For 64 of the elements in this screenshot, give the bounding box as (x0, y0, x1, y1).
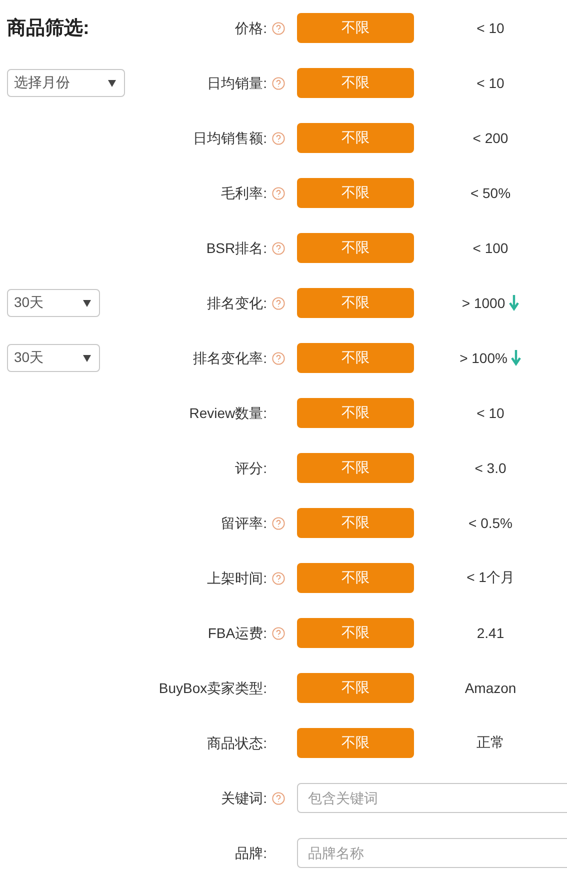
filter-label: Review数量: (189, 404, 267, 423)
help-icon[interactable] (272, 242, 285, 254)
help-icon[interactable] (272, 186, 285, 200)
unlimited-button[interactable]: 不限 (297, 673, 414, 703)
threshold-value: < 10 (476, 20, 504, 36)
filter-label: 上架时间: (207, 569, 267, 588)
filter-label: 商品状态: (207, 734, 267, 753)
threshold-value: < 0.5% (468, 515, 512, 531)
filter-label: 品牌: (235, 844, 267, 863)
unlimited-button[interactable]: 不限 (297, 398, 414, 428)
caret-icon (83, 354, 91, 362)
unlimited-button[interactable]: 不限 (297, 123, 414, 153)
threshold-value: > 1000 (462, 295, 506, 311)
filter-label: BuyBox卖家类型: (158, 679, 267, 698)
section-title: 商品筛选: (6, 16, 90, 41)
threshold-value: < 1个月 (466, 569, 514, 587)
help-icon[interactable] (272, 132, 285, 144)
unlimited-button[interactable]: 不限 (297, 233, 414, 263)
threshold-value: < 10 (476, 75, 504, 91)
threshold-value: Amazon (464, 680, 516, 696)
period-select[interactable]: 30天 (7, 344, 100, 372)
input-field[interactable]: 品牌名称 (297, 838, 567, 868)
help-icon[interactable] (272, 76, 285, 90)
period-select[interactable]: 30天 (7, 289, 100, 317)
help-icon[interactable] (272, 792, 285, 804)
unlimited-button[interactable]: 不限 (297, 343, 414, 373)
filter-label: 留评率: (221, 514, 267, 533)
filter-label: 评分: (235, 459, 267, 478)
threshold-value: 2.41 (476, 625, 504, 641)
unlimited-button[interactable]: 不限 (297, 618, 414, 648)
threshold-value: < 50% (470, 185, 511, 201)
filter-label: 价格: (235, 19, 267, 38)
unlimited-button[interactable]: 不限 (297, 13, 414, 43)
help-icon[interactable] (272, 22, 285, 34)
help-icon[interactable] (272, 296, 285, 310)
filter-label: 排名变化: (207, 294, 267, 313)
threshold-value: > 100% (460, 350, 508, 366)
filter-label: 日均销售额: (193, 129, 267, 148)
filter-label: 毛利率: (221, 184, 267, 203)
threshold-value: < 3.0 (474, 460, 506, 476)
threshold-value: < 100 (472, 240, 508, 256)
filter-label: 日均销量: (207, 74, 267, 93)
unlimited-button[interactable]: 不限 (297, 288, 414, 318)
unlimited-button[interactable]: 不限 (297, 453, 414, 483)
threshold-value: < 200 (472, 130, 508, 146)
threshold-value: < 10 (476, 405, 504, 421)
unlimited-button[interactable]: 不限 (297, 68, 414, 98)
help-icon[interactable] (272, 352, 285, 364)
unlimited-button[interactable]: 不限 (297, 563, 414, 593)
caret-icon (108, 80, 116, 86)
help-icon[interactable] (272, 516, 285, 530)
input-field[interactable]: 包含关键词 (297, 783, 567, 813)
filter-label: FBA运费: (208, 624, 267, 643)
caret-icon (83, 300, 91, 306)
help-icon[interactable] (272, 572, 285, 584)
unlimited-button[interactable]: 不限 (297, 728, 414, 758)
threshold-value: 正常 (476, 734, 504, 752)
period-select[interactable]: 选择月份 (7, 69, 125, 97)
filter-label: 关键词: (221, 789, 267, 808)
filter-label: BSR排名: (206, 239, 267, 258)
filter-label: 排名变化率: (193, 349, 267, 368)
unlimited-button[interactable]: 不限 (297, 508, 414, 538)
unlimited-button[interactable]: 不限 (297, 178, 414, 208)
help-icon[interactable] (272, 626, 285, 640)
